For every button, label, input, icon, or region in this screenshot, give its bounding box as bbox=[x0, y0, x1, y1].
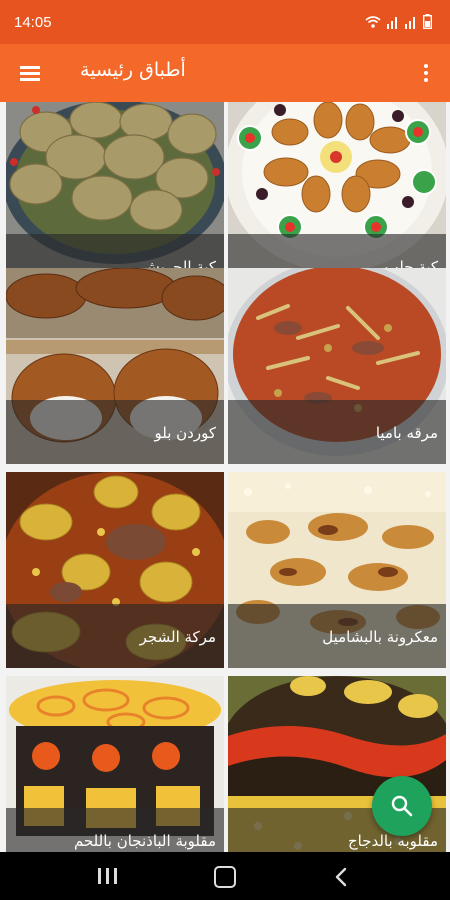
recents-icon[interactable] bbox=[98, 868, 118, 884]
search-fab[interactable] bbox=[372, 776, 432, 836]
signal-icon bbox=[387, 16, 397, 29]
dish-name: كوردن بلو bbox=[154, 424, 217, 442]
dish-card[interactable]: مركة الشجر bbox=[6, 472, 224, 668]
system-nav-bar bbox=[0, 852, 450, 900]
dish-name: مركة الشجر bbox=[139, 628, 216, 646]
wifi-icon bbox=[365, 15, 381, 28]
dish-caption: مقلوبة الباذنجان باللحم bbox=[6, 808, 224, 852]
home-icon[interactable] bbox=[214, 866, 236, 888]
menu-icon[interactable] bbox=[12, 57, 48, 89]
dish-caption: كوردن بلو bbox=[6, 400, 224, 464]
status-time: 14:05 bbox=[14, 14, 52, 31]
battery-icon bbox=[423, 14, 432, 29]
dishes-grid[interactable]: كبة حلب كبة الجريش مرقه باميا كوردن بلو … bbox=[0, 102, 450, 852]
dish-name: معكرونة بالبشاميل bbox=[322, 628, 438, 646]
status-icons bbox=[365, 14, 432, 29]
back-icon[interactable] bbox=[334, 867, 348, 887]
dish-name: مقلوبة الباذنجان باللحم bbox=[74, 832, 216, 850]
search-icon bbox=[391, 795, 413, 817]
page-title: أطباق رئيسية bbox=[80, 59, 186, 81]
app-bar: أطباق رئيسية bbox=[0, 44, 450, 102]
more-vert-icon[interactable] bbox=[414, 57, 438, 89]
dish-name: مرقه باميا bbox=[375, 424, 438, 442]
dish-card[interactable]: مرقه باميا bbox=[228, 268, 446, 464]
status-bar: 14:05 bbox=[0, 0, 450, 44]
dish-card[interactable]: معكرونة بالبشاميل bbox=[228, 472, 446, 668]
dish-card[interactable]: كوردن بلو bbox=[6, 268, 224, 464]
dish-caption: معكرونة بالبشاميل bbox=[228, 604, 446, 668]
signal-icon bbox=[405, 16, 415, 29]
dish-card[interactable]: مقلوبة الباذنجان باللحم bbox=[6, 676, 224, 852]
dish-caption: مركة الشجر bbox=[6, 604, 224, 668]
dish-caption: مرقه باميا bbox=[228, 400, 446, 464]
